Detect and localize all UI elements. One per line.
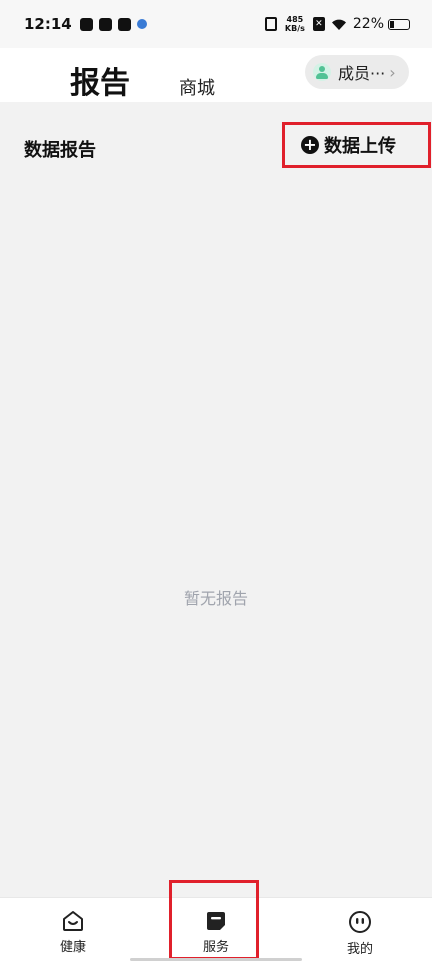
tiktok-notification-icon	[79, 17, 93, 31]
vibrate-icon	[264, 17, 277, 31]
wifi-icon	[331, 19, 346, 30]
bottom-navigation: 健康 服务 我的	[0, 897, 432, 964]
home-indicator[interactable]	[130, 958, 302, 961]
member-avatar-icon	[313, 63, 331, 81]
battery-percent: 22%	[352, 16, 384, 32]
note-icon	[207, 912, 225, 930]
battery-icon	[388, 18, 410, 30]
no-sim-icon: ✕	[312, 17, 325, 31]
house-smile-icon	[63, 911, 83, 931]
data-upload-label: 数据上传	[324, 136, 396, 157]
chevron-right-icon: ›	[389, 62, 396, 82]
baidu-notification-icon	[136, 19, 147, 29]
section-title-data-report: 数据报告	[24, 140, 96, 161]
tab-mall[interactable]: 商城	[179, 74, 215, 100]
nav-label-service: 服务	[202, 940, 229, 955]
plus-circle-icon: +	[301, 136, 319, 154]
data-upload-button[interactable]: + 数据上传	[282, 122, 431, 168]
nav-label-health: 健康	[59, 940, 86, 955]
member-selector-button[interactable]: 成员··· ›	[305, 55, 409, 89]
face-icon	[349, 911, 371, 933]
empty-state-text: 暂无报告	[183, 589, 248, 608]
nav-item-service[interactable]: 服务	[171, 898, 261, 964]
sync-notification-icon	[117, 17, 131, 31]
nav-item-mine[interactable]: 我的	[315, 898, 405, 964]
app-notification-icon	[98, 17, 112, 31]
network-speed: 485 KB/s	[284, 15, 305, 33]
nav-label-mine: 我的	[346, 942, 373, 957]
status-time: 12:14	[24, 15, 72, 33]
nav-item-health[interactable]: 健康	[28, 898, 118, 964]
tab-report[interactable]: 报告	[70, 58, 130, 102]
status-bar: 12:14 485 KB/s ✕ 22%	[0, 0, 432, 48]
member-label: 成员···	[338, 64, 386, 83]
top-navigation: 报告 商城 成员··· ›	[0, 48, 432, 102]
